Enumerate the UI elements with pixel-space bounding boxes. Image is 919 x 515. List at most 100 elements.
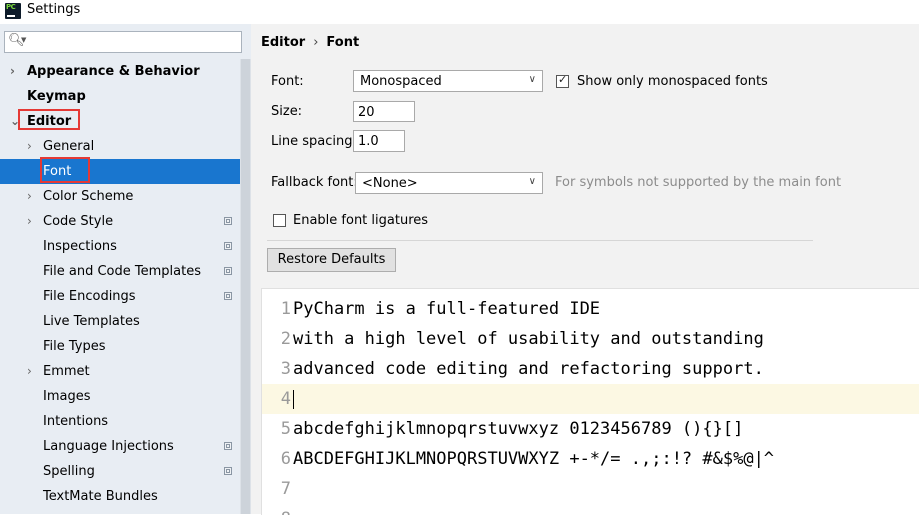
font-select[interactable]: Monospaced ∨ — [353, 70, 543, 92]
sidebar-item-spelling[interactable]: Spelling — [0, 459, 240, 484]
sidebar-item-code-style[interactable]: › Code Style — [0, 209, 240, 234]
sidebar-scrollbar-thumb[interactable] — [241, 59, 250, 514]
line-number: 2 — [280, 329, 291, 349]
line-number: 5 — [280, 419, 291, 439]
line-number: 8 — [277, 504, 291, 515]
breadcrumb-editor[interactable]: Editor — [261, 35, 305, 50]
preview-line-text: abcdefghijklmnopqrstuvwxyz 0123456789 ()… — [293, 419, 744, 439]
font-settings-panel: Editor › Font Font: Monospaced ∨ ✓ Show on… — [251, 24, 919, 515]
preview-line-text: advanced code editing and refactoring su… — [293, 359, 764, 379]
sidebar-item-label: Intentions — [43, 414, 109, 429]
line-spacing-value: 1.0 — [358, 134, 379, 149]
preview-line: 3 advanced code editing and refactoring s… — [262, 354, 919, 384]
line-number: 3 — [280, 359, 291, 379]
window-title: Settings — [27, 2, 81, 17]
text-caret — [293, 390, 294, 409]
line-number: 6 — [280, 449, 291, 469]
project-scope-icon — [224, 292, 232, 300]
sidebar-item-label: File Encodings — [43, 289, 136, 304]
font-preview-editor[interactable]: 1 PyCharm is a full-featured IDE 2 with a h… — [261, 288, 919, 515]
sidebar-item-intentions[interactable]: Intentions — [0, 409, 240, 434]
sidebar-item-file-and-code-templates[interactable]: File and Code Templates — [0, 259, 240, 284]
sidebar-item-label: Live Templates — [43, 314, 140, 329]
restore-defaults-button[interactable]: Restore Defaults — [267, 248, 396, 272]
sidebar-item-file-types[interactable]: File Types — [0, 334, 240, 359]
breadcrumb: Editor › Font — [261, 35, 359, 50]
preview-line: 7 — [262, 474, 919, 504]
sidebar-item-label: Editor — [27, 114, 72, 129]
sidebar-item-images[interactable]: Images — [0, 384, 240, 409]
sidebar-item-label: Language Injections — [43, 439, 174, 454]
preview-line-text: PyCharm is a full-featured IDE — [293, 299, 601, 319]
chevron-down-icon: ∨ — [528, 74, 536, 85]
line-number: 1 — [280, 299, 291, 319]
chevron-right-icon[interactable]: › — [27, 184, 32, 209]
show-monospaced-checkbox[interactable]: ✓ — [556, 73, 569, 88]
pycharm-app-icon: PC — [5, 3, 21, 19]
size-input[interactable]: 20 — [353, 101, 415, 122]
chevron-right-icon[interactable]: › — [27, 359, 32, 384]
sidebar-item-label: Font — [43, 164, 72, 179]
sidebar-item-live-templates[interactable]: Live Templates — [0, 309, 240, 334]
sidebar-item-label: Appearance & Behavior — [27, 64, 200, 79]
chevron-right-icon[interactable]: › — [10, 59, 15, 84]
sidebar-item-textmate-bundles[interactable]: TextMate Bundles — [0, 484, 240, 509]
chevron-down-icon: ▼ — [21, 36, 27, 44]
project-scope-icon — [224, 267, 232, 275]
sidebar-item-general[interactable]: › General — [0, 134, 240, 159]
sidebar-item-label: File Types — [43, 339, 106, 354]
line-spacing-input[interactable]: 1.0 — [353, 130, 405, 152]
settings-search-input[interactable]: 🔍︎ ▼ — [4, 31, 242, 53]
sidebar-item-label: General — [43, 139, 95, 154]
sidebar-item-language-injections[interactable]: Language Injections — [0, 434, 240, 459]
sidebar-item-keymap[interactable]: Keymap — [0, 84, 240, 109]
sidebar-item-label: Emmet — [43, 364, 90, 379]
sidebar-item-editor[interactable]: ⌄ Editor — [0, 109, 240, 134]
sidebar-item-file-encodings[interactable]: File Encodings — [0, 284, 240, 309]
sidebar-item-inspections[interactable]: Inspections — [0, 234, 240, 259]
line-number: 7 — [280, 479, 291, 499]
show-monospaced-label[interactable]: Show only monospaced fonts — [577, 74, 768, 89]
fallback-font-select[interactable]: <None> ∨ — [355, 172, 543, 194]
sidebar-item-label: Keymap — [27, 89, 86, 104]
sidebar-item-color-scheme[interactable]: › Color Scheme — [0, 184, 240, 209]
sidebar-item-label: TextMate Bundles — [43, 489, 158, 504]
size-label: Size: — [271, 104, 303, 119]
preview-line: 1 PyCharm is a full-featured IDE — [262, 294, 919, 324]
sidebar-item-label: Spelling — [43, 464, 95, 479]
sidebar-item-font[interactable]: Font — [0, 159, 240, 184]
preview-line: 8 — [262, 504, 919, 515]
divider — [267, 240, 813, 241]
font-label: Font: — [271, 74, 304, 89]
preview-line-text: ABCDEFGHIJKLMNOPQRSTUVWXYZ +-*/= .,;:!? … — [293, 449, 775, 469]
chevron-right-icon[interactable]: › — [27, 134, 32, 159]
font-select-value: Monospaced — [360, 74, 442, 89]
sidebar-item-emmet[interactable]: › Emmet — [0, 359, 240, 384]
fallback-font-hint: For symbols not supported by the main fo… — [555, 175, 842, 190]
size-input-value: 20 — [358, 105, 375, 120]
sidebar-item-label: Code Style — [43, 214, 114, 229]
project-scope-icon — [224, 242, 232, 250]
sidebar-item-label: File and Code Templates — [43, 264, 201, 279]
settings-sidebar: 🔍︎ ▼ › Appearance & Behavior Keymap ⌄ Editor… — [0, 24, 251, 514]
breadcrumb-separator: › — [313, 35, 319, 50]
font-ligatures-checkbox[interactable] — [273, 214, 286, 227]
chevron-down-icon: ∨ — [528, 176, 536, 187]
checkmark-icon: ✓ — [558, 73, 568, 86]
fallback-font-label: Fallback font: — [271, 175, 358, 190]
project-scope-icon — [224, 467, 232, 475]
sidebar-item-label: Inspections — [43, 239, 117, 254]
preview-line: 6 ABCDEFGHIJKLMNOPQRSTUVWXYZ +-*/= .,;:!?… — [262, 444, 919, 474]
sidebar-item-label: Color Scheme — [43, 189, 134, 204]
sidebar-item-appearance-behavior[interactable]: › Appearance & Behavior — [0, 59, 240, 84]
line-number: 4 — [280, 389, 291, 409]
chevron-down-icon[interactable]: ⌄ — [10, 109, 20, 134]
chevron-right-icon[interactable]: › — [27, 209, 32, 234]
line-spacing-label: Line spacing: — [271, 134, 357, 149]
font-ligatures-label[interactable]: Enable font ligatures — [293, 213, 428, 228]
project-scope-icon — [224, 442, 232, 450]
preview-line: 5 abcdefghijklmnopqrstuvwxyz 0123456789 (… — [262, 414, 919, 444]
preview-line: 4 — [262, 384, 919, 414]
sidebar-item-label: Images — [43, 389, 91, 404]
breadcrumb-font: Font — [326, 35, 360, 50]
